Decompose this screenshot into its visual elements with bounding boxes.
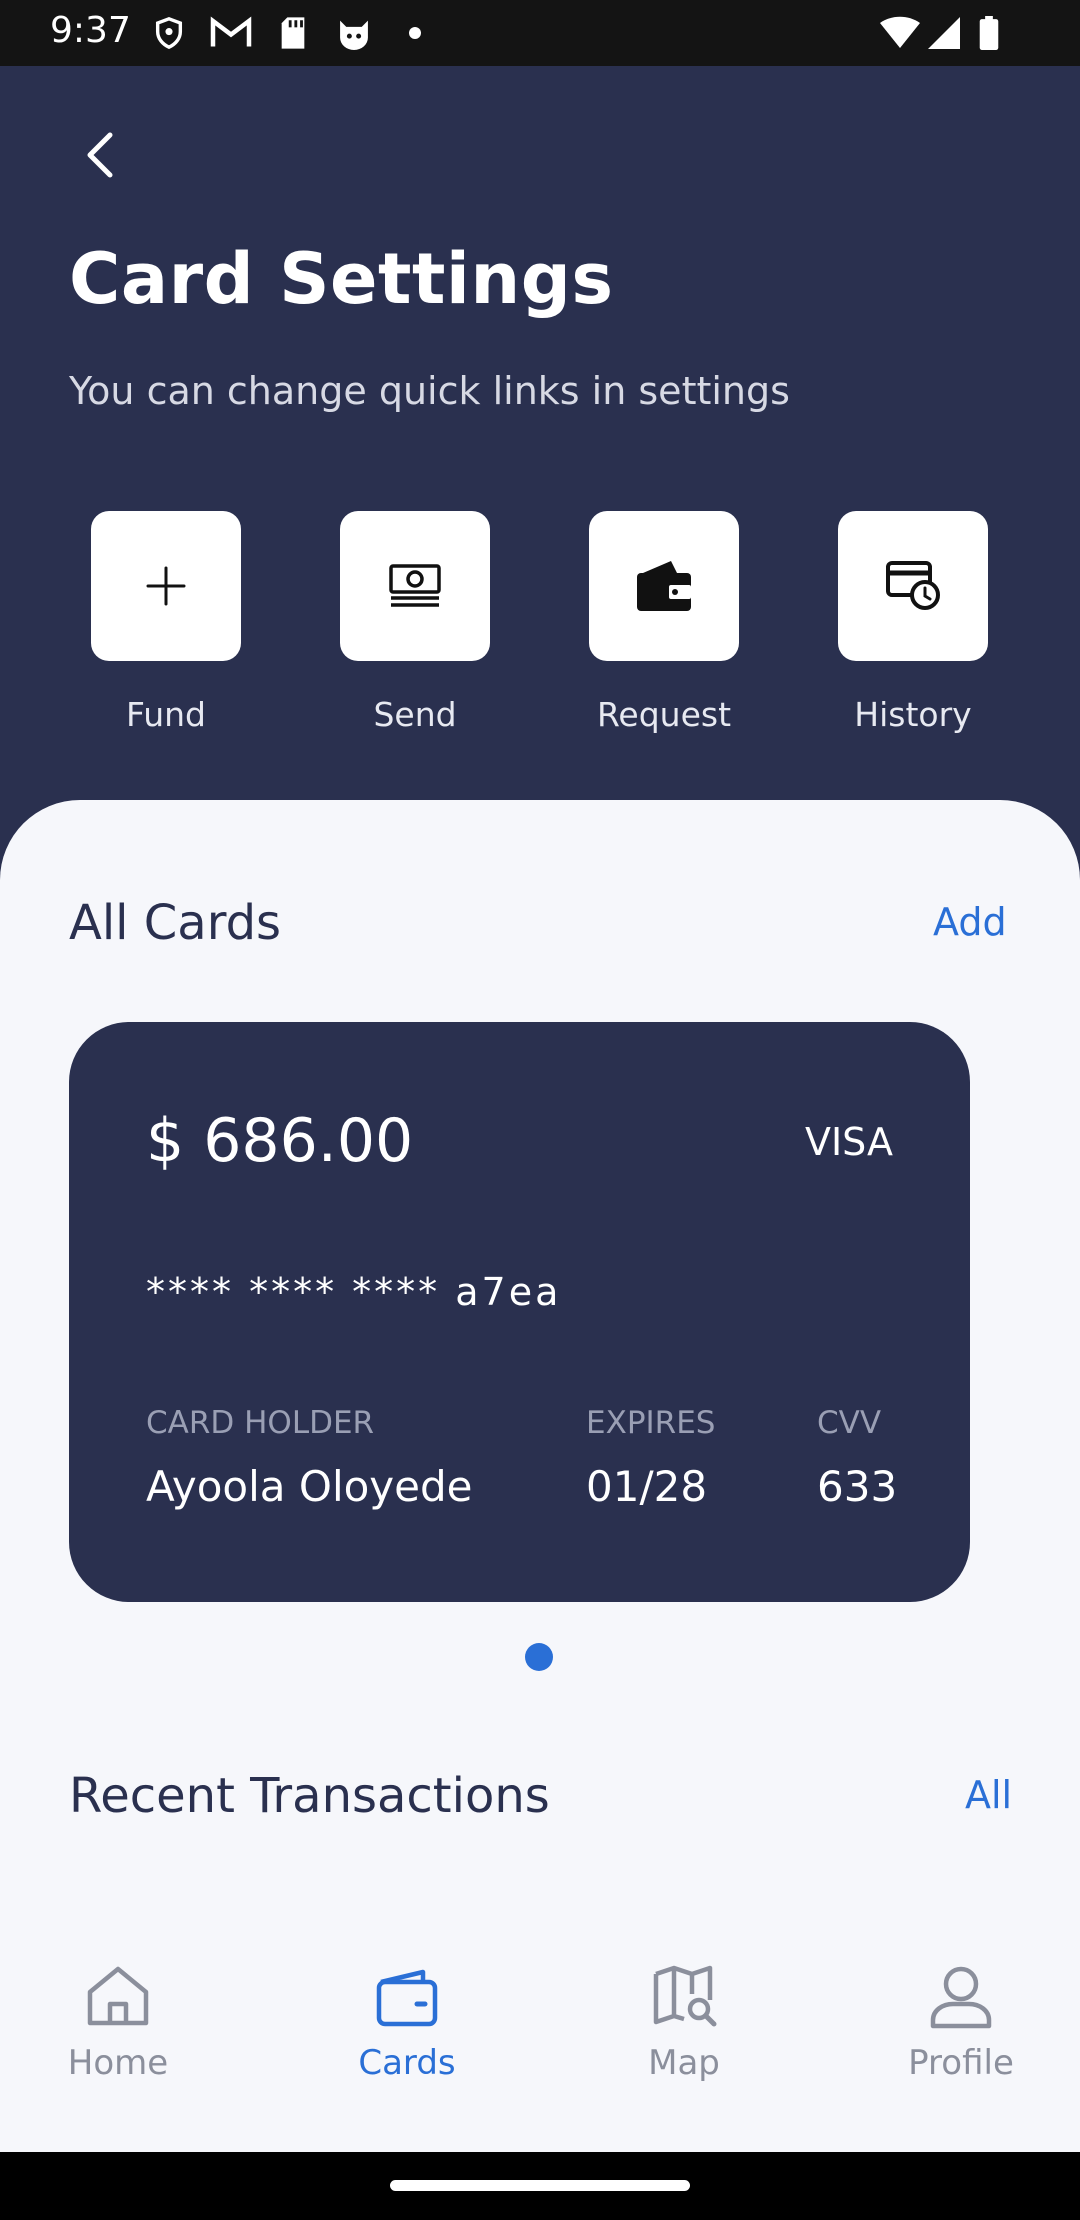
quick-link-send[interactable]: Send: [340, 511, 490, 734]
all-transactions-link[interactable]: All: [965, 1773, 1012, 1817]
recent-transactions-title: Recent Transactions: [69, 1768, 550, 1824]
quick-link-box: [91, 511, 241, 661]
page-subtitle: You can change quick links in settings: [69, 369, 790, 413]
shield-icon: [152, 16, 186, 50]
quick-link-request[interactable]: Request: [589, 511, 739, 734]
nav-item-map[interactable]: Map: [584, 1940, 784, 2100]
quick-link-label: Request: [596, 695, 732, 734]
add-card-link[interactable]: Add: [933, 900, 1007, 944]
plus-icon: [146, 566, 186, 606]
nav-item-home[interactable]: Home: [18, 1940, 218, 2100]
carousel-dot-active[interactable]: [525, 1643, 553, 1671]
card-expires-label: EXPIRES: [586, 1405, 716, 1441]
back-button[interactable]: [72, 125, 132, 185]
card-clock-icon: [886, 561, 940, 610]
bank-card[interactable]: $ 686.00 VISA **** **** **** a7ea CARD H…: [69, 1022, 970, 1602]
wallet-card-icon: [376, 1969, 438, 2027]
banknote-icon: [389, 564, 441, 607]
sd-card-icon: [278, 16, 308, 50]
signal-icon: [928, 16, 960, 50]
battery-icon: [978, 16, 1000, 50]
all-cards-title: All Cards: [69, 895, 282, 951]
status-bar: 9:37: [0, 0, 1080, 66]
home-icon: [87, 1966, 149, 2026]
nav-item-cards[interactable]: Cards: [307, 1940, 507, 2100]
nav-label: Home: [67, 2043, 169, 2083]
bottom-nav: Home Cards Map Profile: [0, 1940, 1080, 2152]
card-cvv-value: 633: [817, 1462, 898, 1511]
nav-label: Profile: [908, 2043, 1014, 2083]
quick-link-fund[interactable]: Fund: [91, 511, 241, 734]
quick-link-label: Send: [373, 695, 457, 734]
user-icon: [930, 1966, 992, 2029]
cat-icon: [335, 16, 373, 50]
home-gesture-pill[interactable]: [390, 2180, 690, 2191]
card-balance: $ 686.00: [146, 1106, 414, 1176]
quick-link-label: History: [854, 695, 972, 734]
quick-link-box: [589, 511, 739, 661]
card-cvv-label: CVV: [817, 1405, 882, 1441]
dot-icon: [408, 16, 422, 50]
nav-label: Map: [648, 2043, 720, 2083]
gmail-icon: [210, 16, 252, 50]
wifi-icon: [880, 16, 920, 50]
card-expires-value: 01/28: [586, 1462, 708, 1511]
card-holder-name: Ayoola Oloyede: [146, 1462, 473, 1511]
card-number: **** **** **** a7ea: [146, 1270, 562, 1314]
status-time: 9:37: [50, 10, 131, 51]
page-title: Card Settings: [69, 238, 614, 320]
wallet-icon: [637, 561, 691, 611]
quick-link-history[interactable]: History: [838, 511, 988, 734]
quick-link-box: [340, 511, 490, 661]
quick-link-label: Fund: [126, 695, 206, 734]
quick-link-box: [838, 511, 988, 661]
card-brand: VISA: [804, 1120, 893, 1164]
card-holder-label: CARD HOLDER: [146, 1405, 375, 1441]
nav-label: Cards: [358, 2043, 456, 2083]
nav-item-profile[interactable]: Profile: [861, 1940, 1061, 2100]
chevron-left-icon: [87, 132, 113, 178]
card-settings-screen: 9:37 Card Settings You can change quick …: [0, 0, 1080, 2220]
map-search-icon: [653, 1965, 717, 2027]
